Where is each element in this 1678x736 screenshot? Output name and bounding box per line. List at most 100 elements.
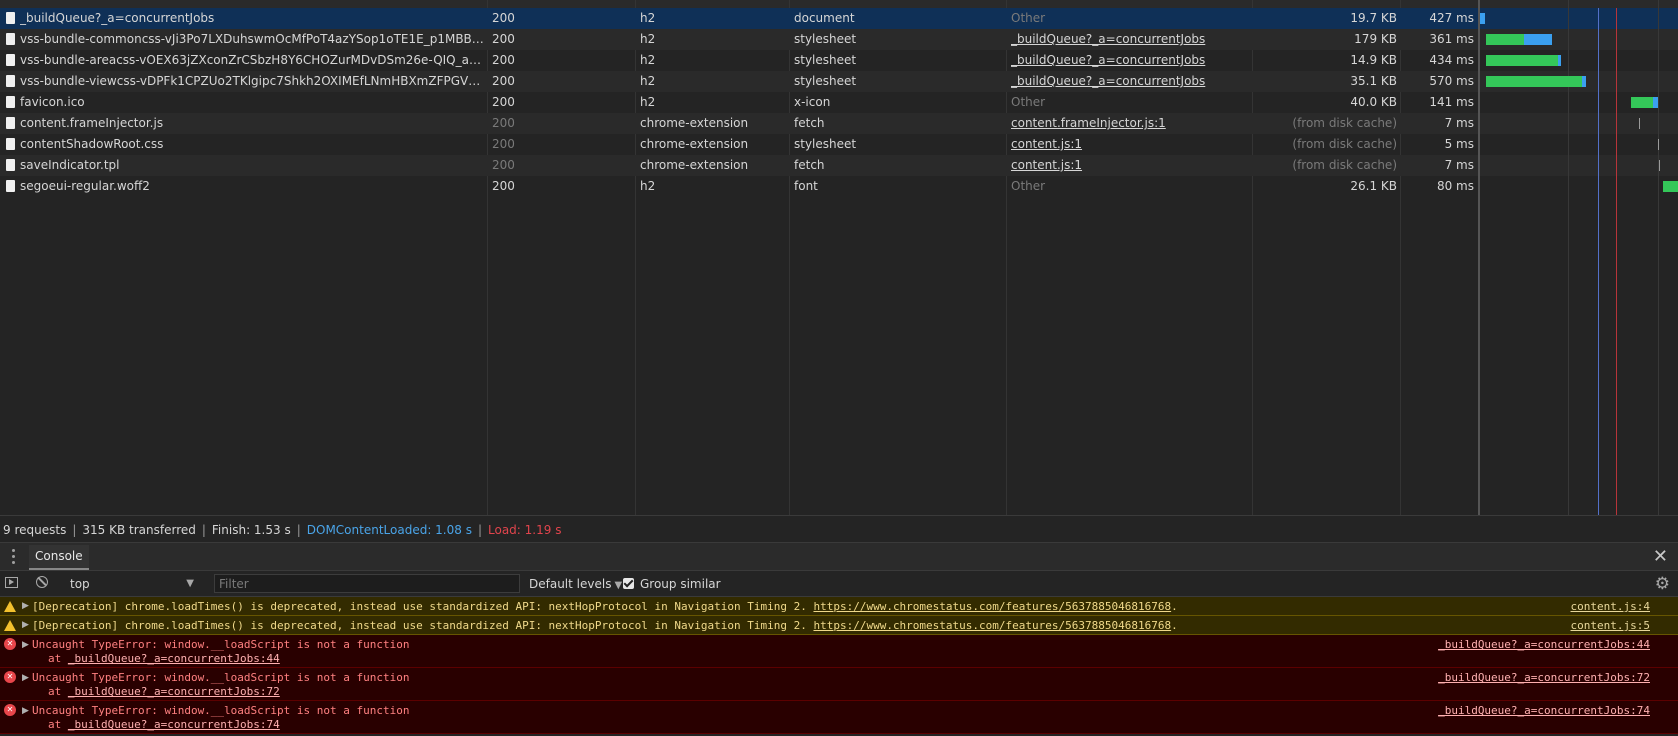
console-warning[interactable]: ▶ [Deprecation] chrome.loadTimes() is dep… [0, 597, 1678, 616]
stack-trace-line: at _buildQueue?_a=concurrentJobs:44 [32, 652, 1678, 666]
request-name[interactable]: contentShadowRoot.css [20, 134, 485, 155]
request-size: 40.0 KB [1350, 95, 1397, 109]
request-name[interactable]: content.frameInjector.js [20, 113, 485, 134]
close-icon[interactable]: ✕ [1653, 544, 1668, 570]
table-row[interactable]: vss-bundle-viewcss-vDPFk1CPZUo2TKlgipc7S… [0, 71, 1678, 92]
context-label: top [70, 577, 90, 591]
initiator-link[interactable]: content.frameInjector.js:1 [1011, 113, 1236, 134]
error-message: Uncaught TypeError: window.__loadScript … [32, 671, 410, 684]
table-row[interactable]: segoeui-regular.woff2 200 h2 font Other 26.1 … [0, 176, 1678, 197]
file-icon [6, 75, 15, 87]
error-icon: ✕ [4, 671, 16, 683]
warning-icon [4, 601, 16, 612]
request-time: 361 ms [1429, 32, 1474, 46]
summary-separator: | [477, 523, 483, 537]
request-size: (from disk cache) [1292, 158, 1397, 172]
chevron-down-icon: ▼ [614, 580, 623, 591]
network-summary-bar: 9 requests | 315 KB transferred | Finish: 1.… [0, 515, 1678, 543]
console-warning[interactable]: ▶ [Deprecation] chrome.loadTimes() is dep… [0, 616, 1678, 635]
stack-location-link[interactable]: _buildQueue?_a=concurrentJobs:72 [68, 685, 280, 698]
tab-console[interactable]: Console [29, 545, 89, 570]
drawer-menu-icon[interactable] [12, 549, 16, 565]
request-status: 200 [492, 32, 515, 46]
request-protocol: chrome-extension [640, 158, 749, 172]
request-initiator: Other [1011, 95, 1046, 109]
expand-triangle-icon[interactable]: ▶ [22, 638, 29, 652]
request-type: fetch [794, 158, 825, 172]
request-name[interactable]: saveIndicator.tpl [20, 155, 485, 176]
message-source-link[interactable]: content.js:5 [1571, 616, 1650, 635]
warning-url-link[interactable]: https://www.chromestatus.com/features/56… [813, 619, 1171, 632]
request-size: 179 KB [1354, 32, 1397, 46]
request-name[interactable]: segoeui-regular.woff2 [20, 176, 485, 197]
request-name[interactable]: vss-bundle-commoncss-vJi3Po7LXDuhswmOcMf… [20, 29, 485, 50]
request-name[interactable]: vss-bundle-viewcss-vDPFk1CPZUo2TKlgipc7S… [20, 71, 485, 92]
network-panel: _buildQueue?_a=concurrentJobs 200 h2 docume… [0, 0, 1678, 515]
waterfall-bar [1524, 34, 1552, 45]
expand-triangle-icon[interactable]: ▶ [22, 597, 29, 616]
request-time: 570 ms [1429, 74, 1474, 88]
initiator-link[interactable]: content.js:1 [1011, 134, 1236, 155]
request-time: 5 ms [1444, 137, 1474, 151]
warning-suffix: . [1171, 619, 1178, 632]
table-row[interactable]: vss-bundle-areacss-vOEX63jZXconZrCSbzH8Y… [0, 50, 1678, 71]
waterfall-gridline [1658, 0, 1659, 515]
initiator-link[interactable]: content.js:1 [1011, 155, 1236, 176]
waterfall-bar [1639, 118, 1640, 129]
initiator-link[interactable]: _buildQueue?_a=concurrentJobs [1011, 71, 1236, 92]
sidebar-toggle-icon[interactable] [5, 577, 18, 588]
console-error[interactable]: ✕ ▶ Uncaught TypeError: window.__loadScrip… [0, 668, 1678, 701]
console-error[interactable]: ✕ ▶ Uncaught TypeError: window.__loadScrip… [0, 635, 1678, 668]
clear-console-icon[interactable] [36, 576, 48, 588]
warning-text: [Deprecation] chrome.loadTimes() is depr… [32, 600, 807, 613]
request-status: 200 [492, 11, 515, 25]
request-time: 80 ms [1436, 179, 1474, 193]
warning-icon [4, 620, 16, 631]
waterfall-bar [1558, 55, 1561, 66]
console-toolbar: top▼ Default levels▼ Group similar ⚙ [0, 571, 1678, 597]
warning-url-link[interactable]: https://www.chromestatus.com/features/56… [813, 600, 1171, 613]
request-protocol: h2 [640, 11, 656, 25]
request-type: stylesheet [794, 53, 857, 67]
group-similar-checkbox[interactable]: Group similar [623, 575, 721, 593]
table-row[interactable]: content.frameInjector.js 200 chrome-extens… [0, 113, 1678, 134]
console-error[interactable]: ✕ ▶ Uncaught TypeError: window.__loadScrip… [0, 701, 1678, 734]
table-row[interactable]: _buildQueue?_a=concurrentJobs 200 h2 docume… [0, 8, 1678, 29]
table-row[interactable]: vss-bundle-commoncss-vJi3Po7LXDuhswmOcMf… [0, 29, 1678, 50]
message-source-link[interactable]: _buildQueue?_a=concurrentJobs:74 [1438, 704, 1650, 718]
initiator-link[interactable]: _buildQueue?_a=concurrentJobs [1011, 50, 1236, 71]
waterfall-bar [1582, 76, 1586, 87]
checkbox-checked-icon[interactable] [623, 578, 634, 589]
file-icon [6, 33, 15, 45]
request-name[interactable]: vss-bundle-areacss-vOEX63jZXconZrCSbzH8Y… [20, 50, 485, 71]
request-size: (from disk cache) [1292, 137, 1397, 151]
request-table: _buildQueue?_a=concurrentJobs 200 h2 docume… [0, 8, 1678, 197]
request-status: 200 [492, 95, 515, 109]
initiator-link[interactable]: _buildQueue?_a=concurrentJobs [1011, 29, 1236, 50]
settings-gear-icon[interactable]: ⚙ [1655, 574, 1670, 594]
message-source-link[interactable]: content.js:4 [1571, 597, 1650, 616]
stack-at-label: at [48, 685, 62, 698]
message-source-link[interactable]: _buildQueue?_a=concurrentJobs:72 [1438, 671, 1650, 685]
filter-input[interactable] [214, 574, 520, 593]
request-protocol: h2 [640, 74, 656, 88]
table-row[interactable]: saveIndicator.tpl 200 chrome-extension fetc… [0, 155, 1678, 176]
stack-location-link[interactable]: _buildQueue?_a=concurrentJobs:74 [68, 718, 280, 731]
table-row[interactable]: favicon.ico 200 h2 x-icon Other 40.0 KB 141 ms [0, 92, 1678, 113]
request-protocol: h2 [640, 32, 656, 46]
request-name[interactable]: favicon.ico [20, 92, 485, 113]
context-selector[interactable]: top ▼ [64, 575, 200, 593]
dom-content-loaded-marker [1598, 8, 1599, 515]
expand-triangle-icon[interactable]: ▶ [22, 616, 29, 635]
expand-triangle-icon[interactable]: ▶ [22, 671, 29, 685]
request-name[interactable]: _buildQueue?_a=concurrentJobs [20, 8, 485, 29]
request-size: 35.1 KB [1350, 74, 1397, 88]
stack-location-link[interactable]: _buildQueue?_a=concurrentJobs:44 [68, 652, 280, 665]
waterfall-divider [1478, 0, 1480, 515]
log-levels-dropdown[interactable]: Default levels ▼ [529, 575, 622, 593]
expand-triangle-icon[interactable]: ▶ [22, 704, 29, 718]
message-source-link[interactable]: _buildQueue?_a=concurrentJobs:44 [1438, 638, 1650, 652]
stack-at-label: at [48, 652, 62, 665]
table-row[interactable]: contentShadowRoot.css 200 chrome-extension… [0, 134, 1678, 155]
request-status: 200 [492, 116, 515, 130]
